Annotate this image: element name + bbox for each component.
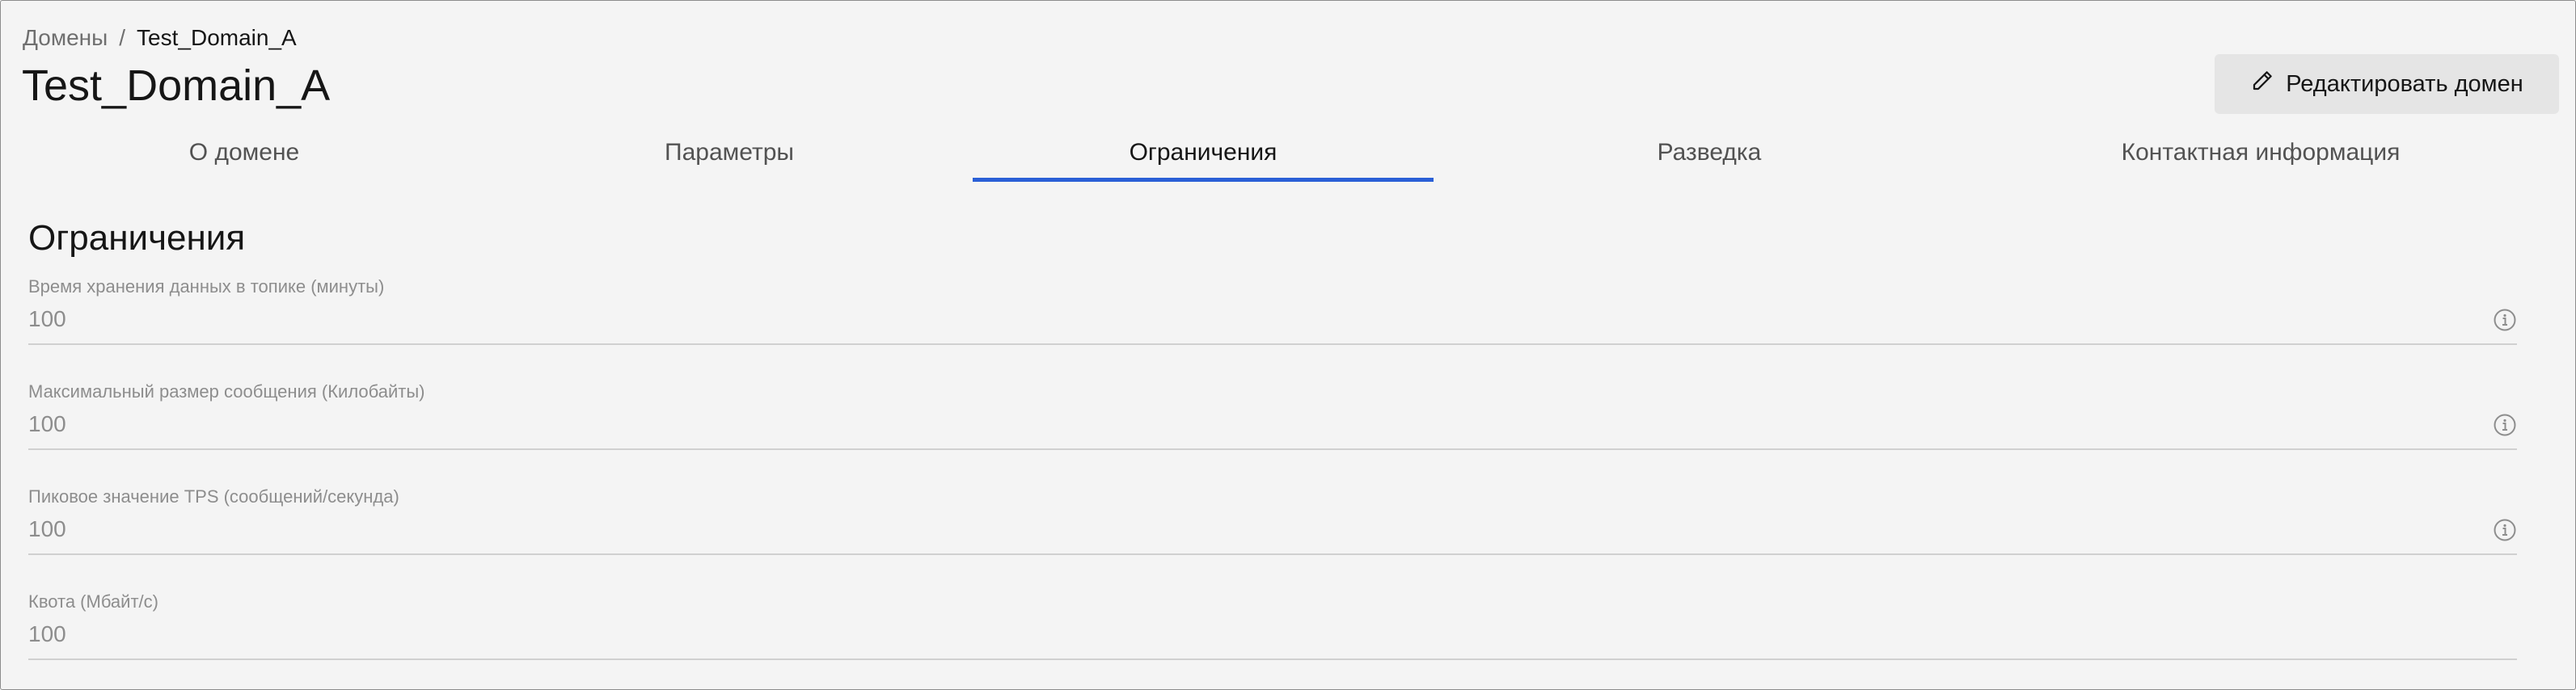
peak-tps-label: Пиковое значение TPS (сообщений/секунда) <box>28 486 399 507</box>
edit-domain-button-label: Редактировать домен <box>2286 70 2523 97</box>
tab-limits-label: Ограничения <box>1129 139 1277 166</box>
retention-time-label: Время хранения данных в топике (минуты) <box>28 276 385 297</box>
tab-about-label: О домене <box>188 139 300 166</box>
field-underline <box>28 553 2517 555</box>
section-title: Ограничения <box>28 218 246 258</box>
max-message-size-field: Максимальный размер сообщения (Килобайты… <box>28 381 2517 458</box>
info-icon[interactable] <box>2493 308 2517 332</box>
peak-tps-field: Пиковое значение TPS (сообщений/секунда) <box>28 486 2517 563</box>
max-message-size-input[interactable] <box>28 410 2454 439</box>
retention-time-field: Время хранения данных в топике (минуты) <box>28 276 2517 353</box>
breadcrumb: Домены / Test_Domain_A <box>23 23 297 53</box>
info-icon[interactable] <box>2493 518 2517 542</box>
quota-field: Квота (Мбайт/с) <box>28 591 2517 668</box>
tab-bar: О домене Параметры Ограничения Разведка … <box>25 122 2567 187</box>
field-underline <box>28 448 2517 450</box>
info-icon[interactable] <box>2493 413 2517 437</box>
tab-contact-info[interactable]: Контактная информация <box>2030 122 2491 183</box>
tab-intelligence-label: Разведка <box>1657 139 1762 166</box>
max-message-size-label: Максимальный размер сообщения (Килобайты… <box>28 381 425 402</box>
tab-intelligence[interactable]: Разведка <box>1490 122 1928 183</box>
tab-contact-info-label: Контактная информация <box>2121 139 2401 166</box>
breadcrumb-separator: / <box>119 25 126 50</box>
edit-domain-button[interactable]: Редактировать домен <box>2215 54 2559 114</box>
app-window: Домены / Test_Domain_A Test_Domain_A Редак… <box>0 0 2576 690</box>
page-title: Test_Domain_A <box>22 61 331 110</box>
tab-limits[interactable]: Ограничения <box>973 122 1434 183</box>
quota-input[interactable] <box>28 620 2454 649</box>
breadcrumb-link-domains[interactable]: Домены <box>23 25 108 50</box>
peak-tps-input[interactable] <box>28 515 2454 544</box>
pencil-icon <box>2250 69 2274 99</box>
field-underline <box>28 343 2517 345</box>
quota-label: Квота (Мбайт/с) <box>28 591 158 612</box>
tab-parameters[interactable]: Параметры <box>510 122 948 183</box>
retention-time-input[interactable] <box>28 305 2454 334</box>
breadcrumb-current: Test_Domain_A <box>137 25 297 50</box>
field-underline <box>28 658 2517 660</box>
tab-about[interactable]: О домене <box>25 122 463 183</box>
tab-parameters-label: Параметры <box>665 139 794 166</box>
